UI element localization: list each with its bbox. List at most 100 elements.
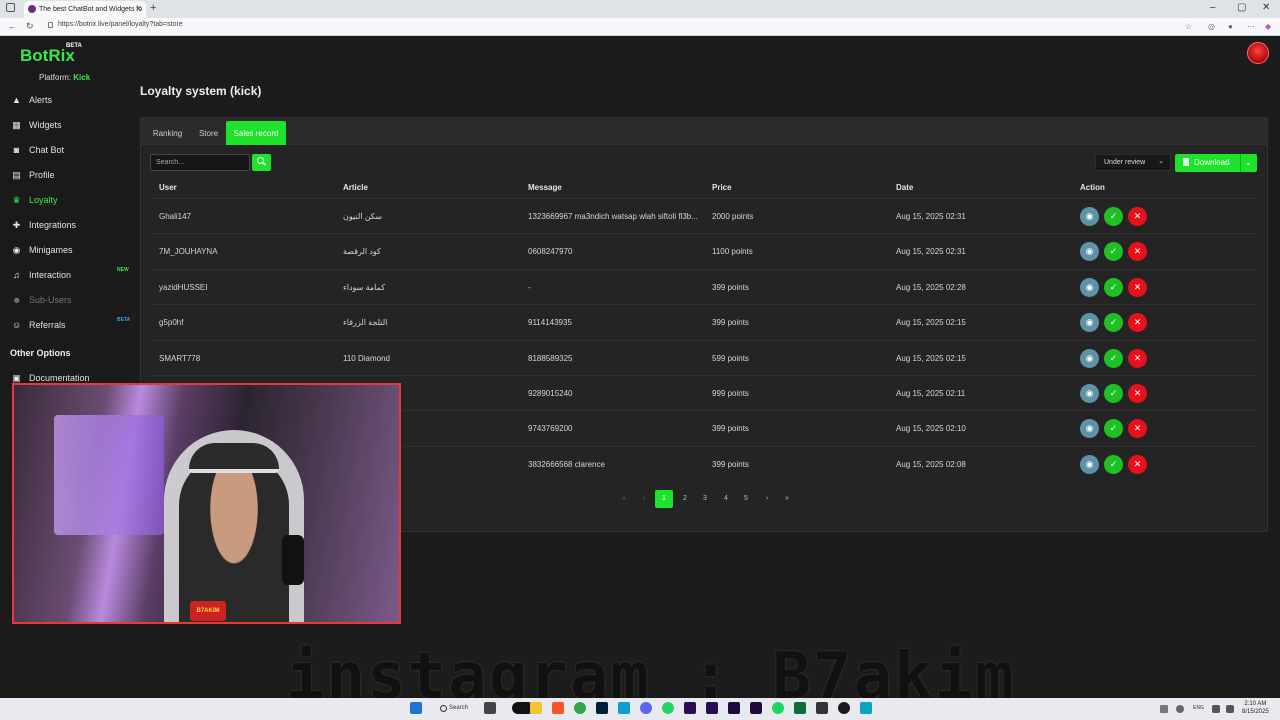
- first-page-icon[interactable]: «: [615, 490, 633, 508]
- sidebar-item-sub-users[interactable]: ☻ Sub-Users: [12, 294, 126, 310]
- page-button[interactable]: 3: [696, 490, 714, 508]
- close-window-icon[interactable]: ✕: [1262, 2, 1270, 13]
- spotify-icon[interactable]: [772, 702, 784, 714]
- star-icon[interactable]: ☆: [1185, 22, 1192, 31]
- url-field[interactable]: https://botrix.live/panel/loyalty?tab=st…: [48, 21, 1168, 33]
- tab-ranking[interactable]: Ranking: [145, 121, 190, 145]
- brave-icon[interactable]: [552, 702, 564, 714]
- sidebar-item-minigames[interactable]: ◉ Minigames: [12, 244, 126, 260]
- search-input[interactable]: [150, 154, 250, 171]
- volume-icon[interactable]: [1226, 705, 1234, 713]
- premiere-alt-icon[interactable]: [706, 702, 718, 714]
- reject-button[interactable]: ✕: [1128, 242, 1147, 262]
- page-button[interactable]: 4: [717, 490, 735, 508]
- language-indicator[interactable]: ENG: [1193, 705, 1204, 711]
- page-button[interactable]: 5: [737, 490, 755, 508]
- app-icon[interactable]: [794, 702, 806, 714]
- sidebar-item-label: Sub-Users: [29, 295, 72, 305]
- view-button[interactable]: ◉: [1080, 313, 1099, 333]
- copilot-icon[interactable]: ◆: [1265, 22, 1271, 31]
- view-button[interactable]: ◉: [1080, 242, 1099, 262]
- windows-start-icon[interactable]: [410, 702, 422, 714]
- approve-button[interactable]: ✓: [1104, 207, 1123, 226]
- browser-tab[interactable]: The best ChatBot and Widgets fo ✕: [24, 1, 146, 18]
- tab-bar: Ranking Store Sales record: [141, 118, 1267, 145]
- prev-page-icon[interactable]: ‹: [635, 490, 653, 508]
- approve-button[interactable]: ✓: [1104, 348, 1123, 368]
- reject-button[interactable]: ✕: [1128, 454, 1147, 474]
- approve-button[interactable]: ✓: [1104, 313, 1123, 333]
- webcam-streamer: [179, 455, 289, 622]
- chrome-icon[interactable]: [574, 702, 586, 714]
- menu-icon[interactable]: ⋯: [1247, 22, 1255, 31]
- download-button[interactable]: Download ⌄: [1175, 154, 1257, 172]
- sidebar-item-integrations[interactable]: ✚ Integrations: [12, 219, 126, 235]
- reject-button[interactable]: ✕: [1128, 207, 1147, 226]
- sidebar-item-label: Interaction: [29, 270, 72, 280]
- maximize-icon[interactable]: ▢: [1237, 2, 1246, 13]
- clock[interactable]: 2:10 AM 8/15/2025: [1242, 700, 1269, 716]
- close-tab-icon[interactable]: ✕: [135, 4, 142, 13]
- tab-actions-icon[interactable]: [6, 3, 15, 12]
- avatar[interactable]: [1247, 42, 1269, 64]
- search-button[interactable]: [252, 154, 271, 171]
- sidebar-item-widgets[interactable]: ▦ Widgets: [12, 119, 126, 135]
- lock-icon: [48, 22, 53, 28]
- view-button[interactable]: ◉: [1080, 207, 1099, 226]
- obs-icon[interactable]: [838, 702, 850, 714]
- microphone-icon[interactable]: [1176, 705, 1184, 713]
- tab-store[interactable]: Store: [192, 121, 225, 145]
- page-button[interactable]: 1: [655, 490, 673, 508]
- approve-button[interactable]: ✓: [1104, 384, 1123, 403]
- reject-button[interactable]: ✕: [1128, 348, 1147, 368]
- photoshop-icon[interactable]: [596, 702, 608, 714]
- approve-button[interactable]: ✓: [1104, 454, 1123, 474]
- reject-button[interactable]: ✕: [1128, 313, 1147, 333]
- app-icon[interactable]: [860, 702, 872, 714]
- wifi-icon[interactable]: [1212, 705, 1220, 713]
- reject-button[interactable]: ✕: [1128, 419, 1147, 439]
- logo[interactable]: BotRix: [20, 46, 75, 66]
- after-effects-alt-icon[interactable]: [750, 702, 762, 714]
- back-icon[interactable]: ←: [8, 21, 17, 31]
- reject-button[interactable]: ✕: [1128, 277, 1147, 297]
- cell-article: 110 Diamond: [343, 353, 390, 363]
- extensions-icon[interactable]: ◎: [1208, 22, 1215, 31]
- reject-button[interactable]: ✕: [1128, 384, 1147, 403]
- sidebar-item-referrals[interactable]: ☺ Referrals BETA: [12, 317, 130, 335]
- next-page-icon[interactable]: ›: [758, 490, 776, 508]
- discord-icon[interactable]: [640, 702, 652, 714]
- chevron-up-icon[interactable]: [1160, 705, 1168, 713]
- task-view-icon[interactable]: [484, 702, 496, 714]
- chevron-down-icon[interactable]: ⌄: [1240, 154, 1257, 172]
- minimize-icon[interactable]: –: [1210, 2, 1216, 13]
- file-explorer-icon[interactable]: [530, 702, 542, 714]
- view-button[interactable]: ◉: [1080, 384, 1099, 403]
- approve-button[interactable]: ✓: [1104, 419, 1123, 439]
- refresh-icon[interactable]: ↻: [26, 21, 34, 32]
- sidebar-item-interaction[interactable]: ♫ Interaction NEW: [12, 267, 129, 285]
- sidebar-item-loyalty[interactable]: ♛ Loyalty: [12, 194, 126, 210]
- status-filter-select[interactable]: Under review ⌄: [1095, 154, 1171, 171]
- page-button[interactable]: 2: [676, 490, 694, 508]
- app-icon[interactable]: [618, 702, 630, 714]
- last-page-icon[interactable]: »: [778, 490, 796, 508]
- sidebar-item-profile[interactable]: ▤ Profile: [12, 169, 126, 185]
- after-effects-icon[interactable]: [728, 702, 740, 714]
- premiere-icon[interactable]: [684, 702, 696, 714]
- app-icon[interactable]: [816, 702, 828, 714]
- whatsapp-icon[interactable]: [662, 702, 674, 714]
- view-button[interactable]: ◉: [1080, 454, 1099, 474]
- sidebar-item-chat-bot[interactable]: ◙ Chat Bot: [12, 144, 126, 160]
- tab-sales-record[interactable]: Sales record: [226, 121, 286, 145]
- sidebar-item-alerts[interactable]: ▲ Alerts: [12, 94, 126, 110]
- approve-button[interactable]: ✓: [1104, 242, 1123, 262]
- address-bar: ← ↻ https://botrix.live/panel/loyalty?ta…: [0, 18, 1280, 36]
- taskbar-search[interactable]: Search: [438, 702, 474, 715]
- approve-button[interactable]: ✓: [1104, 277, 1123, 297]
- view-button[interactable]: ◉: [1080, 348, 1099, 368]
- view-button[interactable]: ◉: [1080, 277, 1099, 297]
- view-button[interactable]: ◉: [1080, 419, 1099, 439]
- profile-icon[interactable]: ●: [1228, 22, 1233, 31]
- new-tab-button[interactable]: +: [150, 2, 156, 14]
